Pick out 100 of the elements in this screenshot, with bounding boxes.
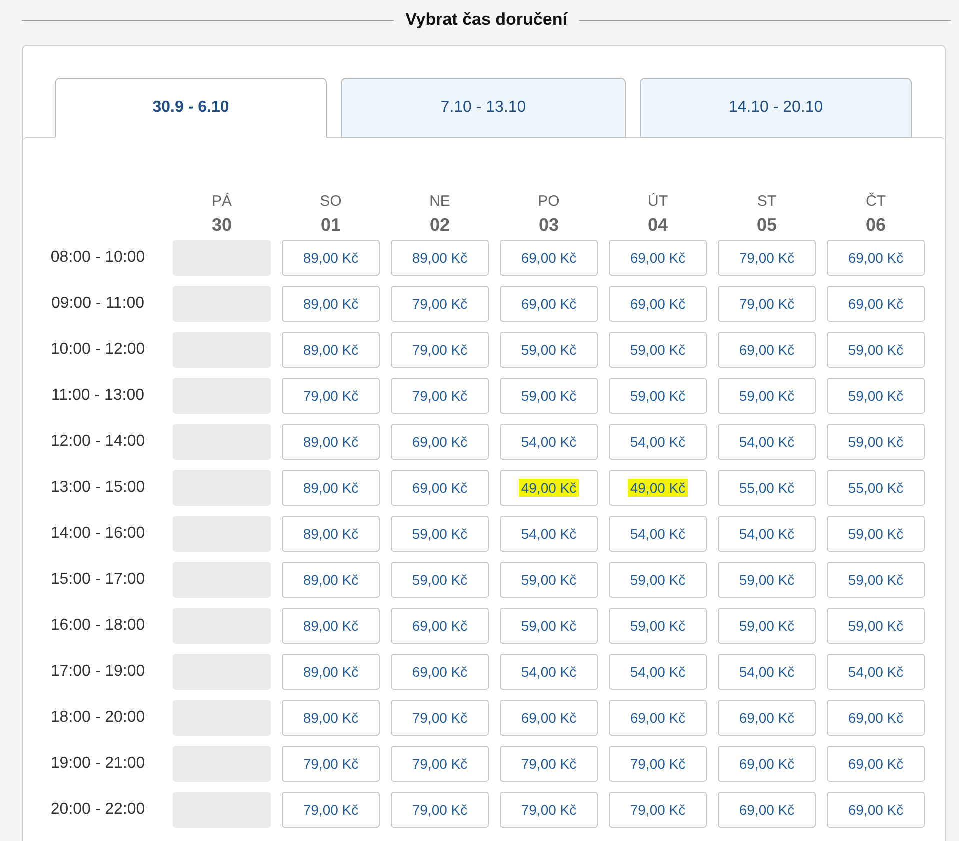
- price-slot[interactable]: 69,00 Kč: [827, 700, 925, 736]
- week-tab[interactable]: 14.10 - 20.10: [640, 78, 912, 138]
- price-slot[interactable]: 79,00 Kč: [391, 746, 489, 782]
- day-date: 01: [320, 214, 342, 236]
- price-slot[interactable]: 54,00 Kč: [718, 424, 816, 460]
- price-slot[interactable]: 69,00 Kč: [827, 746, 925, 782]
- price-slot[interactable]: 89,00 Kč: [282, 654, 380, 690]
- price-slot[interactable]: 59,00 Kč: [827, 424, 925, 460]
- price-slot[interactable]: 79,00 Kč: [500, 792, 598, 828]
- price-slot[interactable]: 89,00 Kč: [282, 424, 380, 460]
- price-slot[interactable]: 89,00 Kč: [282, 562, 380, 598]
- price-slot[interactable]: 59,00 Kč: [718, 562, 816, 598]
- price-slot[interactable]: 55,00 Kč: [827, 470, 925, 506]
- price-slot[interactable]: 69,00 Kč: [391, 424, 489, 460]
- price-slot[interactable]: 69,00 Kč: [391, 654, 489, 690]
- time-label: 15:00 - 17:00: [50, 571, 146, 588]
- price-slot[interactable]: 54,00 Kč: [609, 424, 707, 460]
- price-slot[interactable]: 59,00 Kč: [609, 378, 707, 414]
- price-slot[interactable]: 69,00 Kč: [391, 608, 489, 644]
- day-date: 30: [212, 214, 232, 236]
- price-slot[interactable]: 59,00 Kč: [391, 562, 489, 598]
- price-slot[interactable]: 69,00 Kč: [500, 240, 598, 276]
- time-label: 10:00 - 12:00: [50, 341, 146, 358]
- time-label: 16:00 - 18:00: [50, 617, 146, 634]
- price-slot[interactable]: 54,00 Kč: [609, 516, 707, 552]
- price-slot[interactable]: 54,00 Kč: [500, 424, 598, 460]
- price-slot[interactable]: 59,00 Kč: [827, 332, 925, 368]
- price-slot[interactable]: 54,00 Kč: [718, 516, 816, 552]
- time-label: 11:00 - 13:00: [51, 387, 145, 404]
- price-slot[interactable]: 55,00 Kč: [718, 470, 816, 506]
- price-slot[interactable]: 79,00 Kč: [391, 378, 489, 414]
- time-label: 17:00 - 19:00: [50, 663, 146, 680]
- price-slot[interactable]: 69,00 Kč: [609, 700, 707, 736]
- time-label: 09:00 - 11:00: [51, 295, 145, 312]
- price-slot[interactable]: 69,00 Kč: [718, 700, 816, 736]
- price-slot[interactable]: 69,00 Kč: [500, 700, 598, 736]
- price-slot[interactable]: 59,00 Kč: [827, 378, 925, 414]
- price-slot[interactable]: 89,00 Kč: [282, 286, 380, 322]
- price-slot[interactable]: 59,00 Kč: [718, 608, 816, 644]
- price-slot[interactable]: 79,00 Kč: [609, 746, 707, 782]
- price-slot[interactable]: 54,00 Kč: [500, 654, 598, 690]
- day-date: 02: [430, 214, 450, 236]
- price-slot[interactable]: 79,00 Kč: [609, 792, 707, 828]
- price-slot[interactable]: 54,00 Kč: [609, 654, 707, 690]
- price-slot[interactable]: 59,00 Kč: [609, 562, 707, 598]
- price-slot[interactable]: 79,00 Kč: [718, 240, 816, 276]
- time-label: 14:00 - 16:00: [50, 525, 146, 542]
- price-slot[interactable]: 69,00 Kč: [827, 240, 925, 276]
- price-slot[interactable]: 59,00 Kč: [500, 608, 598, 644]
- time-label: 19:00 - 21:00: [50, 755, 146, 772]
- price-slot[interactable]: 89,00 Kč: [282, 240, 380, 276]
- week-tab[interactable]: 7.10 - 13.10: [341, 78, 626, 138]
- price-slot[interactable]: 79,00 Kč: [391, 286, 489, 322]
- price-slot[interactable]: 54,00 Kč: [718, 654, 816, 690]
- price-slot[interactable]: 79,00 Kč: [282, 746, 380, 782]
- price-slot[interactable]: 54,00 Kč: [827, 654, 925, 690]
- price-slot[interactable]: 54,00 Kč: [500, 516, 598, 552]
- time-label: 18:00 - 20:00: [50, 709, 146, 726]
- time-label: 08:00 - 10:00: [50, 249, 146, 266]
- day-name: SO: [320, 192, 342, 212]
- price-slot[interactable]: 59,00 Kč: [609, 332, 707, 368]
- price-slot[interactable]: 89,00 Kč: [282, 470, 380, 506]
- price-slot[interactable]: 59,00 Kč: [500, 332, 598, 368]
- price-slot[interactable]: 89,00 Kč: [282, 516, 380, 552]
- price-slot[interactable]: 89,00 Kč: [282, 332, 380, 368]
- price-slot[interactable]: 69,00 Kč: [609, 286, 707, 322]
- price-slot[interactable]: 59,00 Kč: [827, 608, 925, 644]
- price-slot[interactable]: 79,00 Kč: [391, 700, 489, 736]
- price-slot[interactable]: 59,00 Kč: [609, 608, 707, 644]
- price-slot[interactable]: 79,00 Kč: [282, 792, 380, 828]
- week-tab[interactable]: 30.9 - 6.10: [55, 78, 327, 138]
- price-slot[interactable]: 89,00 Kč: [282, 700, 380, 736]
- price-slot[interactable]: 79,00 Kč: [391, 332, 489, 368]
- price-slot[interactable]: 59,00 Kč: [827, 516, 925, 552]
- price-slot[interactable]: 59,00 Kč: [718, 378, 816, 414]
- price-slot[interactable]: 69,00 Kč: [718, 792, 816, 828]
- price-slot[interactable]: 79,00 Kč: [500, 746, 598, 782]
- price-slot[interactable]: 69,00 Kč: [500, 286, 598, 322]
- price-slot[interactable]: 69,00 Kč: [718, 332, 816, 368]
- price-slot[interactable]: 49,00 Kč: [500, 470, 598, 506]
- day-name: ČT: [866, 192, 886, 212]
- price-slot[interactable]: 79,00 Kč: [391, 792, 489, 828]
- price-slot[interactable]: 89,00 Kč: [282, 608, 380, 644]
- day-date: 06: [866, 214, 886, 236]
- price-slot[interactable]: 59,00 Kč: [500, 378, 598, 414]
- price-slot[interactable]: 69,00 Kč: [827, 286, 925, 322]
- price-slot[interactable]: 79,00 Kč: [282, 378, 380, 414]
- price-slot[interactable]: 69,00 Kč: [609, 240, 707, 276]
- price-slot[interactable]: 59,00 Kč: [391, 516, 489, 552]
- day-name: NE: [430, 192, 450, 212]
- price-slot[interactable]: 69,00 Kč: [391, 470, 489, 506]
- price-slot[interactable]: 69,00 Kč: [827, 792, 925, 828]
- price-slot[interactable]: 79,00 Kč: [718, 286, 816, 322]
- time-label: 20:00 - 22:00: [50, 801, 146, 818]
- price-slot[interactable]: 59,00 Kč: [827, 562, 925, 598]
- price-slot[interactable]: 69,00 Kč: [718, 746, 816, 782]
- price-slot[interactable]: 59,00 Kč: [500, 562, 598, 598]
- price-slot[interactable]: 49,00 Kč: [609, 470, 707, 506]
- day-name: PÁ: [212, 192, 232, 212]
- price-slot[interactable]: 89,00 Kč: [391, 240, 489, 276]
